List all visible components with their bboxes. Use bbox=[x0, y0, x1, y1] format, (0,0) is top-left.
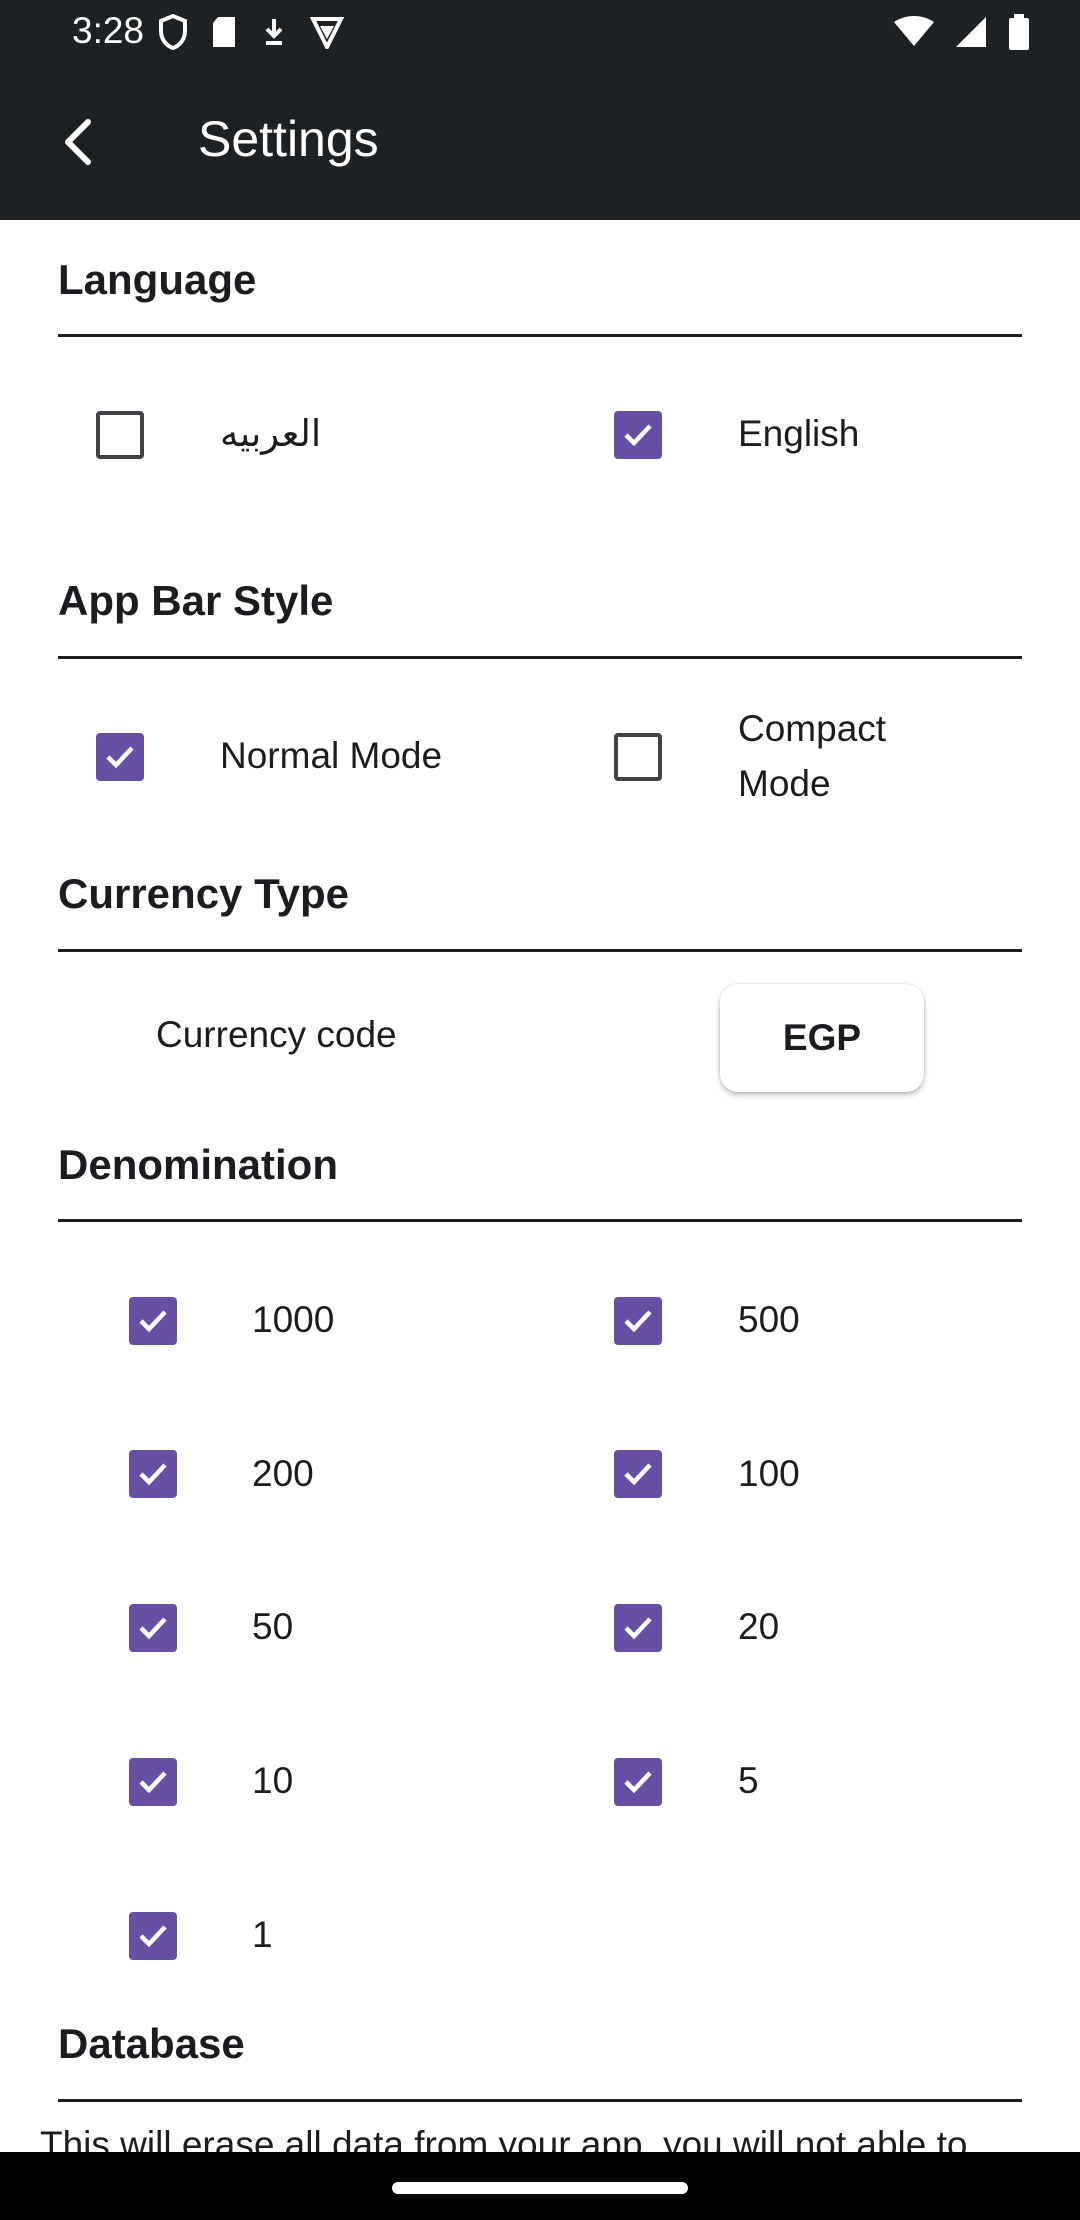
page-title: Settings bbox=[198, 111, 379, 167]
denomination-label-500: 500 bbox=[738, 1299, 800, 1340]
denomination-label-100: 100 bbox=[738, 1453, 800, 1494]
chevron-left-icon bbox=[65, 119, 91, 165]
normal-mode-checkbox[interactable] bbox=[96, 733, 144, 781]
denomination-label-1: 1 bbox=[252, 1914, 273, 1955]
status-icons-right bbox=[894, 14, 1030, 50]
database-divider bbox=[58, 2099, 1022, 2102]
denomination-label-10: 10 bbox=[252, 1760, 294, 1801]
database-section-title: Database bbox=[58, 2020, 245, 2067]
home-indicator[interactable] bbox=[392, 2182, 688, 2194]
compact-mode-label-line2: Mode bbox=[738, 763, 831, 804]
denomination-label-1000: 1000 bbox=[252, 1299, 335, 1340]
currency-section-title: Currency Type bbox=[58, 870, 349, 917]
wifi-icon bbox=[894, 16, 934, 46]
arabic-label: العربيه bbox=[220, 413, 322, 454]
denomination-label-5: 5 bbox=[738, 1760, 759, 1801]
denomination-label-20: 20 bbox=[738, 1606, 780, 1647]
currency-code-button[interactable]: EGP bbox=[720, 984, 924, 1092]
currency-code-value: EGP bbox=[782, 1017, 862, 1058]
denomination-section-title: Denomination bbox=[58, 1141, 338, 1188]
english-label: English bbox=[738, 413, 860, 454]
denomination-checkbox-50[interactable] bbox=[129, 1604, 177, 1652]
checkmark-icon bbox=[139, 1771, 167, 1794]
denomination-label-50: 50 bbox=[252, 1606, 294, 1647]
denomination-checkbox-100[interactable] bbox=[614, 1450, 662, 1498]
checkmark-icon bbox=[139, 1617, 167, 1640]
language-section-title: Language bbox=[58, 256, 257, 303]
checkmark-icon bbox=[624, 1463, 652, 1486]
app-bar-style-section-title: App Bar Style bbox=[58, 577, 334, 624]
denomination-divider bbox=[58, 1219, 1022, 1222]
compact-mode-checkbox[interactable] bbox=[614, 733, 662, 781]
checkmark-icon bbox=[624, 1771, 652, 1794]
compact-mode-label-line1: Compact bbox=[738, 708, 887, 749]
checkmark-icon bbox=[624, 424, 652, 447]
denomination-checkbox-10[interactable] bbox=[129, 1758, 177, 1806]
arabic-checkbox[interactable] bbox=[96, 411, 144, 459]
denomination-checkbox-200[interactable] bbox=[129, 1450, 177, 1498]
vpn-icon bbox=[310, 17, 344, 49]
denomination-checkbox-1000[interactable] bbox=[129, 1297, 177, 1345]
checkmark-icon bbox=[139, 1310, 167, 1333]
status-icons-left bbox=[158, 14, 344, 50]
status-bar: 3:28 bbox=[0, 0, 1080, 66]
checkmark-icon bbox=[106, 746, 134, 769]
denomination-checkbox-5[interactable] bbox=[614, 1758, 662, 1806]
denomination-label-200: 200 bbox=[252, 1453, 314, 1494]
checkmark-icon bbox=[624, 1310, 652, 1333]
normal-mode-label: Normal Mode bbox=[220, 735, 443, 776]
currency-code-label: Currency code bbox=[156, 1014, 397, 1055]
english-checkbox[interactable] bbox=[614, 411, 662, 459]
download-icon bbox=[265, 19, 283, 45]
currency-divider bbox=[58, 949, 1022, 952]
language-divider bbox=[58, 334, 1022, 337]
app-bar: Settings bbox=[0, 66, 1080, 220]
checkmark-icon bbox=[139, 1925, 167, 1948]
shield-icon bbox=[159, 14, 187, 50]
battery-icon bbox=[1009, 14, 1029, 50]
status-time: 3:28 bbox=[72, 10, 145, 51]
back-button[interactable] bbox=[44, 106, 116, 178]
checkmark-icon bbox=[139, 1463, 167, 1486]
signal-icon bbox=[956, 17, 986, 47]
app-bar-style-divider bbox=[58, 656, 1022, 659]
denomination-checkbox-20[interactable] bbox=[614, 1604, 662, 1652]
checkmark-icon bbox=[624, 1617, 652, 1640]
denomination-checkbox-1[interactable] bbox=[129, 1912, 177, 1960]
denomination-checkbox-500[interactable] bbox=[614, 1297, 662, 1345]
sd-card-icon bbox=[213, 17, 235, 47]
